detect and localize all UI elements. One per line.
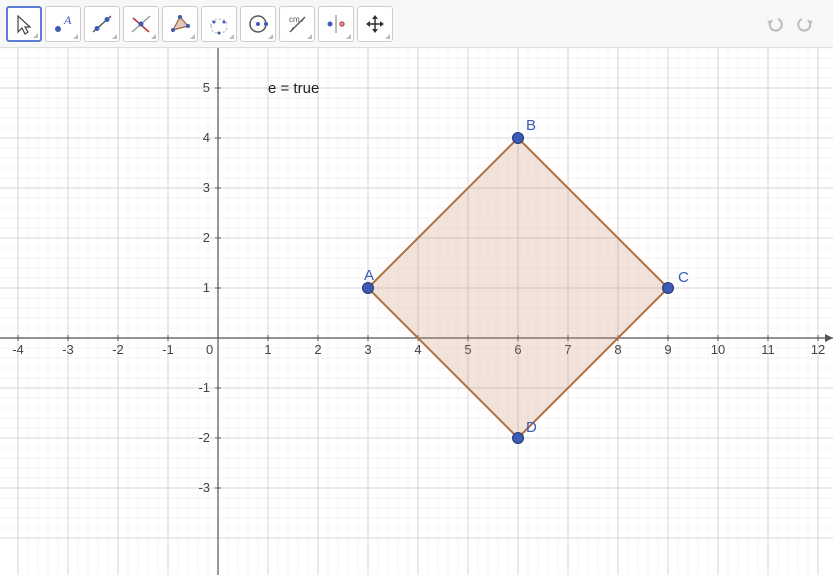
tick-0: 0 <box>206 342 213 357</box>
x-tick-label: -1 <box>162 342 174 357</box>
x-tick-label: 12 <box>811 342 825 357</box>
y-tick-label: -1 <box>198 380 210 395</box>
point-label-C: C <box>678 269 689 286</box>
y-tick-label: 2 <box>203 230 210 245</box>
x-tick-label: 1 <box>264 342 271 357</box>
svg-text:A: A <box>63 13 72 27</box>
x-tick-label: 3 <box>364 342 371 357</box>
y-tick-label: 1 <box>203 280 210 295</box>
move-view-tool[interactable] <box>357 6 393 42</box>
point-label-D: D <box>526 419 537 436</box>
point-A[interactable]: A <box>363 267 375 294</box>
x-tick-label: 8 <box>614 342 621 357</box>
point-C[interactable]: C <box>663 269 690 294</box>
x-tick-label: -4 <box>12 342 24 357</box>
point-B[interactable]: B <box>513 117 537 144</box>
angle-tool[interactable]: cm <box>279 6 315 42</box>
x-tick-label: 9 <box>664 342 671 357</box>
perpendicular-tool[interactable] <box>123 6 159 42</box>
graphics-view[interactable]: -4-3-2-10123456789101112-3-2-112345ABCDe… <box>0 48 833 575</box>
toolbar: Acm <box>0 0 833 48</box>
x-tick-label: 11 <box>761 342 775 357</box>
x-tick-label: -2 <box>112 342 124 357</box>
circle-tool[interactable] <box>201 6 237 42</box>
redo-button[interactable] <box>791 10 819 38</box>
reflect-tool[interactable] <box>318 6 354 42</box>
y-tick-label: 3 <box>203 180 210 195</box>
x-tick-label: 4 <box>414 342 421 357</box>
point-tool[interactable]: A <box>45 6 81 42</box>
y-tick-label: 5 <box>203 80 210 95</box>
point-label-A: A <box>364 267 374 284</box>
circle-center-tool[interactable] <box>240 6 276 42</box>
polygon-tool[interactable] <box>162 6 198 42</box>
undo-redo-group <box>761 10 819 38</box>
svg-text:cm: cm <box>289 15 300 24</box>
x-tick-label: 2 <box>314 342 321 357</box>
x-tick-label: 10 <box>711 342 725 357</box>
y-tick-label: 4 <box>203 130 210 145</box>
polygon-ABCD[interactable] <box>368 138 668 438</box>
line-tool[interactable] <box>84 6 120 42</box>
x-tick-label: -3 <box>62 342 74 357</box>
y-tick-label: -2 <box>198 430 210 445</box>
point-label-B: B <box>526 117 536 134</box>
undo-button[interactable] <box>761 10 789 38</box>
text-e[interactable]: e = true <box>268 80 319 97</box>
y-tick-label: -3 <box>198 480 210 495</box>
move-tool[interactable] <box>6 6 42 42</box>
